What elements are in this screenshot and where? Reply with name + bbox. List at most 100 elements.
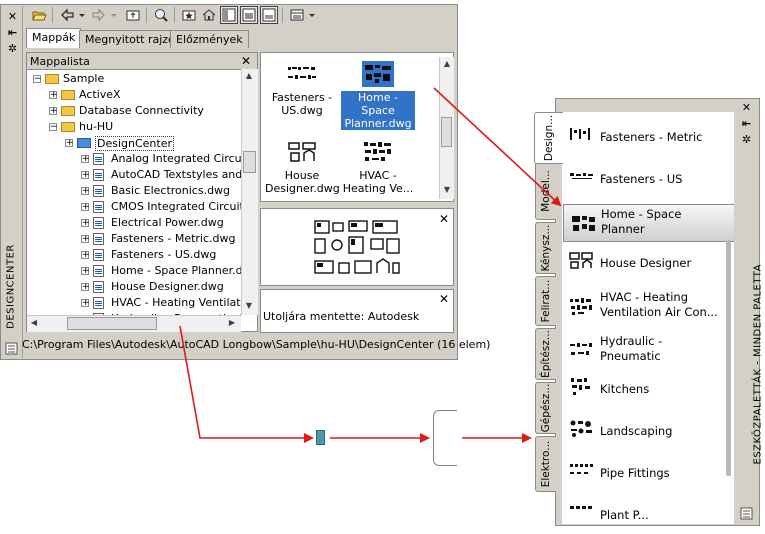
expand-icon[interactable]: + [81,203,90,212]
tool-palette-item[interactable]: House Designer [562,248,734,286]
palette-placeholder-box [433,410,457,466]
tree-item-drawing[interactable]: + HVAC - Heating Ventilatio [27,295,241,311]
tool-palette-item[interactable]: Pipe Fittings [562,458,734,496]
tool-palette-item[interactable]: Landscaping [562,416,734,454]
tool-palette-item[interactable]: Fasteners - Metric [562,122,734,160]
close-icon[interactable]: ✕ [439,213,449,225]
expand-icon[interactable]: + [81,171,90,180]
preview-icon[interactable] [240,6,258,24]
scroll-left-icon[interactable]: ◀ [27,316,41,330]
properties-icon[interactable]: ✲ [6,42,19,55]
forward-arrow-icon[interactable] [90,6,108,24]
expand-icon[interactable]: + [49,107,58,116]
up-folder-icon[interactable] [124,6,142,24]
scroll-right-icon[interactable]: ▶ [225,316,239,330]
tool-icon[interactable] [316,430,325,445]
scroll-up-icon[interactable]: ▲ [440,57,454,71]
palette-item[interactable]: House Designer.dwg [265,139,340,195]
expand-icon[interactable]: + [81,187,90,196]
chevron-down-icon[interactable] [76,6,88,24]
tree-item-drawing[interactable]: + CMOS Integrated Circuits [27,199,241,215]
palette-tab-label: Elektro... [540,440,552,488]
autohide-icon[interactable]: ⇤ [6,26,19,39]
tree-item-drawing[interactable]: + Home - Space Planner.d [27,263,241,279]
expand-icon[interactable]: + [49,91,58,100]
palette-item[interactable]: HVAC - Heating Ve... [341,139,415,195]
back-arrow-icon[interactable] [58,6,76,24]
tree-item-folder[interactable]: + Database Connectivity [27,103,241,119]
palette-tab[interactable]: Model... [535,162,556,220]
expand-icon[interactable]: + [81,251,90,260]
collapse-icon[interactable]: − [33,75,42,84]
close-icon[interactable]: ✕ [740,101,753,114]
favorites-icon[interactable] [180,6,198,24]
close-icon[interactable]: ✕ [241,55,251,67]
palette-vertical-scrollbar[interactable]: ▲ ▼ [439,57,454,199]
scrollbar-thumb[interactable] [67,317,157,330]
expand-icon[interactable]: + [81,155,90,164]
properties-icon[interactable]: ✲ [740,133,753,146]
scroll-up-icon[interactable]: ▲ [242,69,256,83]
close-icon[interactable]: ✕ [439,293,449,305]
autohide-icon[interactable]: ⇤ [740,117,753,130]
description-icon[interactable] [260,6,278,24]
views-icon[interactable] [288,6,306,24]
scroll-down-icon[interactable]: ▼ [440,183,454,197]
palette-item-selected[interactable]: Home - Space Planner.dwg [341,61,415,130]
palette-tab[interactable]: Design... [534,112,563,164]
tool-palette-item-label: Ventilation Air Con... [600,305,718,319]
chevron-down-icon[interactable] [108,6,120,24]
tool-palette-item[interactable]: Plant P... [562,500,734,524]
tree-item-drawing[interactable]: + Fasteners - US.dwg [27,247,241,263]
tree-item-folder[interactable]: − Sample [27,71,241,87]
folder-list-vertical-scrollbar[interactable]: ▲ ▼ [241,69,258,315]
tool-palette-item[interactable]: Fasteners - US [562,164,734,202]
scrollbar-thumb[interactable] [441,117,452,147]
tool-palette-item[interactable]: Hydraulic - Pneumatic [562,332,734,370]
expand-icon[interactable]: + [81,283,90,292]
tool-palette-scrollbar[interactable] [726,240,731,476]
palette-tab[interactable]: Gépész... [535,382,556,434]
tree-item-drawing[interactable]: + Fasteners - Metric.dwg [27,231,241,247]
grip-icon[interactable] [740,507,753,520]
palette-tab[interactable]: Építész... [535,328,556,380]
tree-item-drawing[interactable]: + Electrical Power.dwg [27,215,241,231]
expand-icon[interactable]: + [81,267,90,276]
chevron-down-icon[interactable] [306,6,318,24]
tool-palette-item[interactable]: Home - Space Planner [563,204,734,242]
tab-history[interactable]: Előzmények [170,30,249,48]
expand-icon[interactable]: + [81,219,90,228]
drawing-file-icon [93,185,104,197]
tool-thumbnail-icon [570,298,592,315]
tree-item-drawing[interactable]: + AutoCAD Textstyles and [27,167,241,183]
expand-icon[interactable]: + [81,235,90,244]
palette-item[interactable]: Fasteners - US.dwg [265,61,339,117]
palette-tab[interactable]: Felirat... [535,276,556,326]
tree-item-drawing[interactable]: + Basic Electronics.dwg [27,183,241,199]
grip-icon[interactable] [5,342,18,355]
folder-open-icon[interactable] [30,6,48,24]
scroll-down-icon[interactable]: ▼ [242,299,256,313]
folder-list-header: Mappalista ✕ [27,53,257,70]
tree-toggle-icon[interactable] [220,6,238,24]
tool-palette-item[interactable]: HVAC - Heating Ventilation Air Con... [562,288,734,326]
collapse-icon[interactable]: − [49,123,58,132]
tree-item-folder[interactable]: + DesignCenter [27,135,241,151]
tab-folders[interactable]: Mappák [26,28,82,48]
palette-tab[interactable]: Elektro... [535,436,556,492]
tree-item-drawing[interactable]: + House Designer.dwg [27,279,241,295]
tree-item-drawing[interactable]: + Analog Integrated Circuits [27,151,241,167]
tree-item-folder[interactable]: − hu-HU [27,119,241,135]
tool-thumbnail-icon [570,343,592,355]
home-icon[interactable] [200,6,218,24]
folder-list-horizontal-scrollbar[interactable]: ◀ ▶ [27,315,241,332]
search-icon[interactable] [152,6,170,24]
scrollbar-thumb[interactable] [243,151,256,173]
expand-icon[interactable]: + [81,299,90,308]
tree-item-folder[interactable]: + ActiveX [27,87,241,103]
tool-palette-item[interactable]: Kitchens [562,374,734,412]
tool-palette-item-label: Fasteners - US [600,172,683,186]
close-icon[interactable]: ✕ [6,10,19,23]
palette-tab[interactable]: Kénysz... [535,222,556,274]
expand-icon[interactable]: + [65,139,74,148]
